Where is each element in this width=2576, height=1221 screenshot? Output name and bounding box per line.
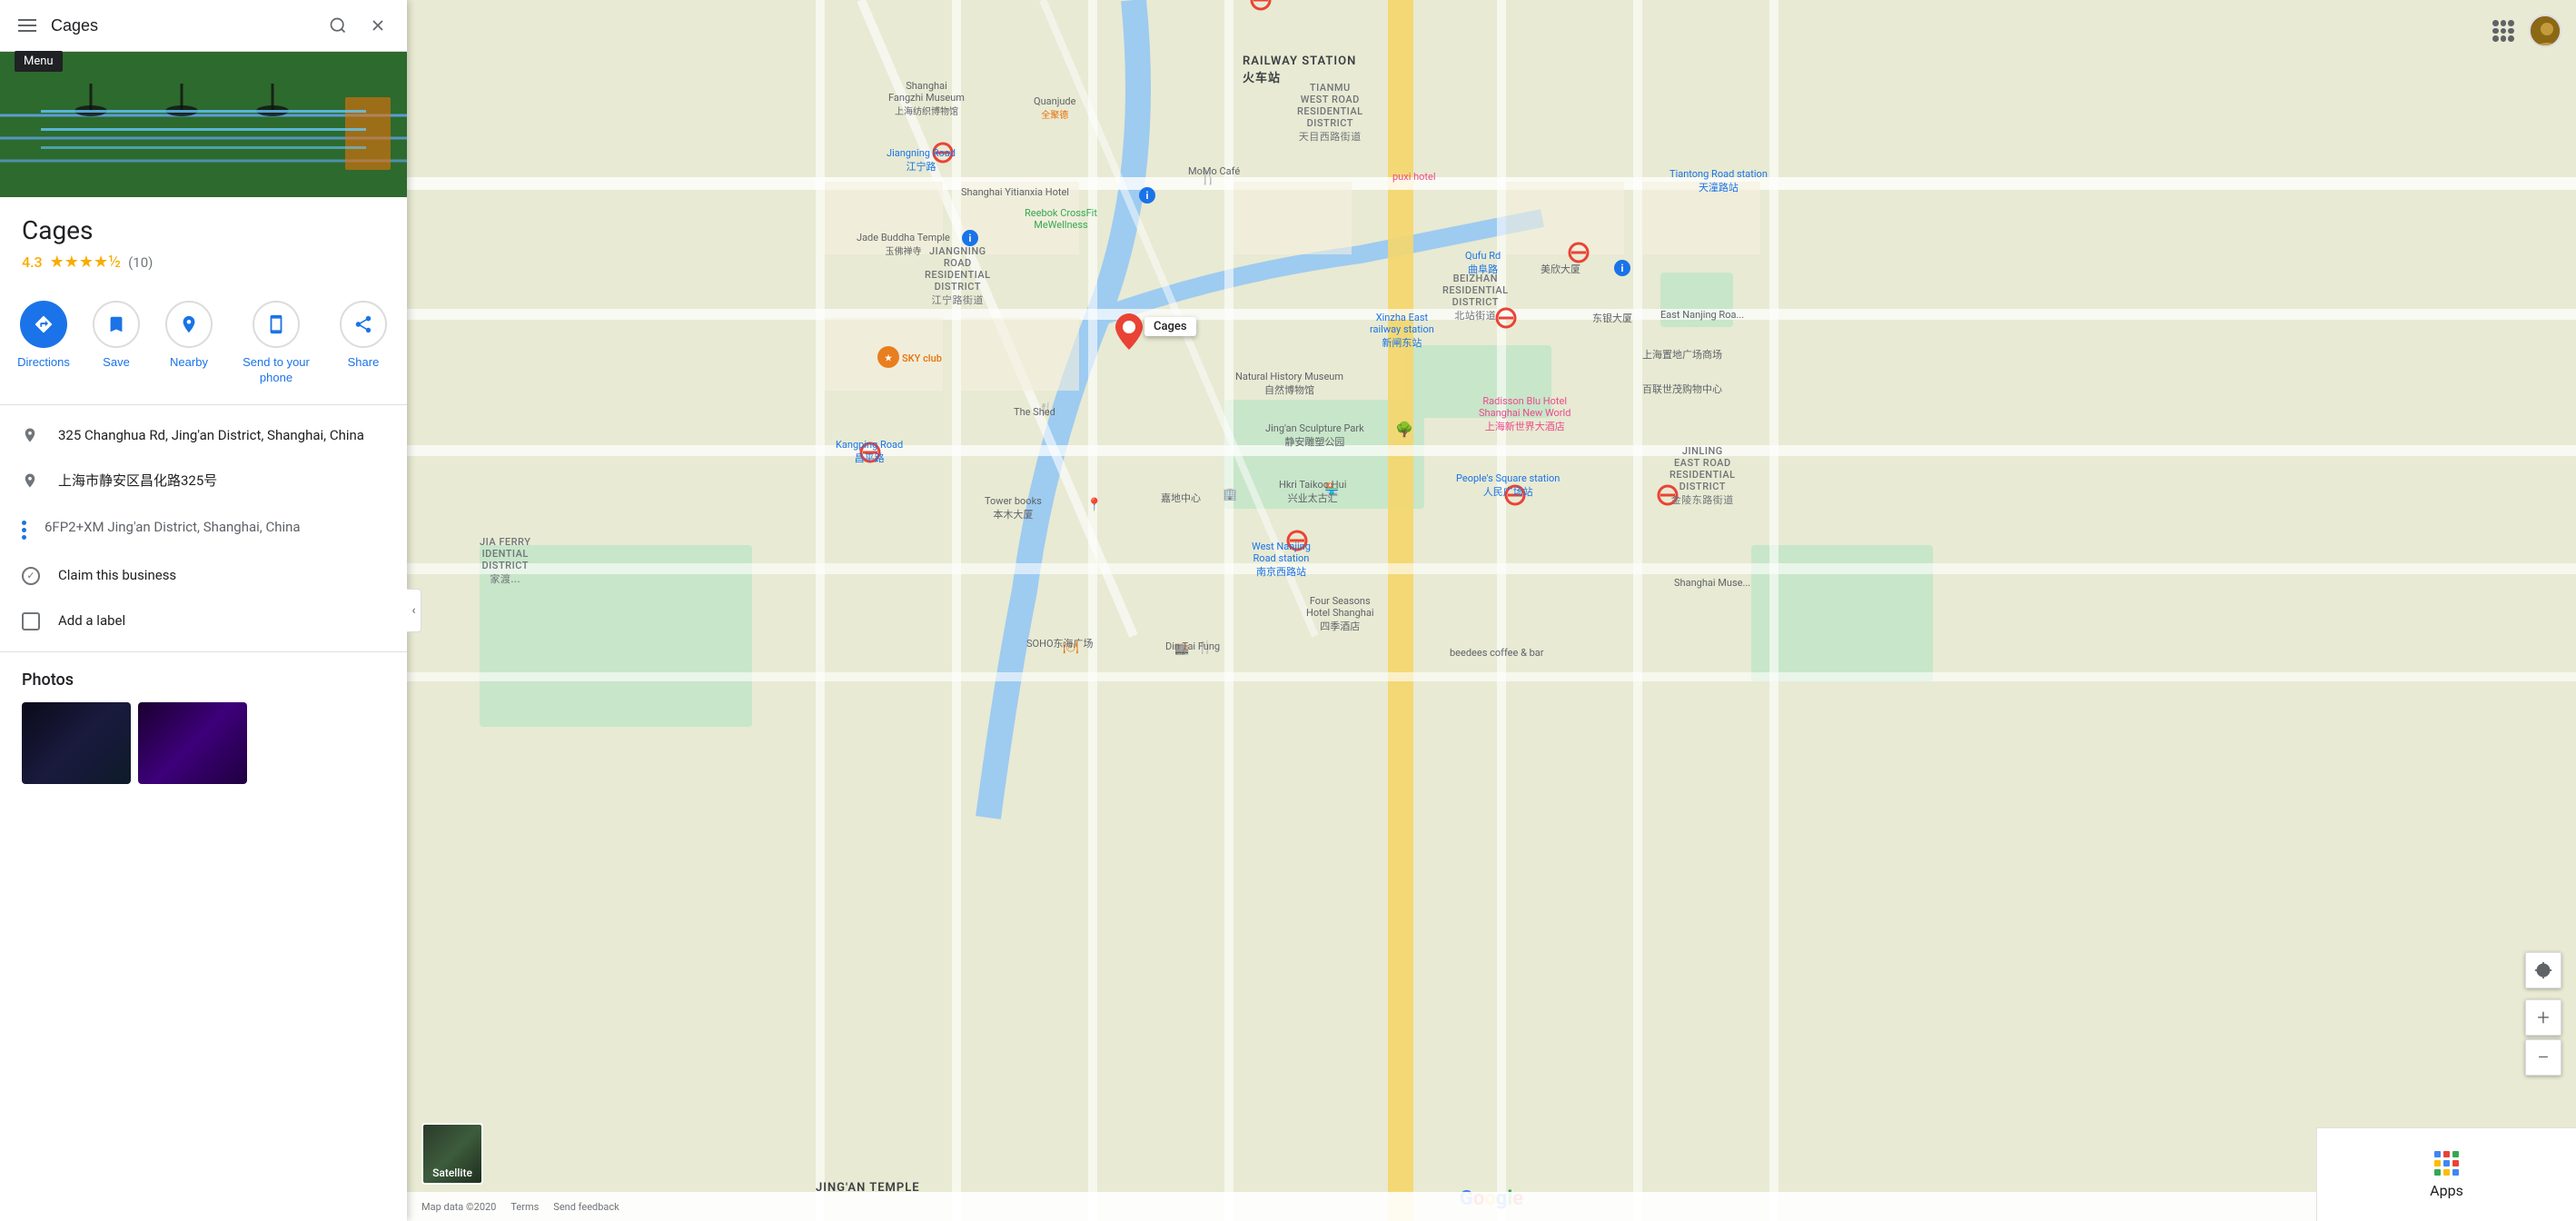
svg-text:🍴: 🍴 [1038, 402, 1054, 417]
app-dot-1 [2434, 1151, 2441, 1157]
satellite-label: Satellite [432, 1166, 472, 1179]
app-dot-7 [2434, 1169, 2441, 1176]
map-area[interactable]: i i i 🍴 🍴 🍴 🍽 🌳 📍 🏢 🏪 🏬 ★ RAILWAY STATIO… [407, 0, 2576, 1221]
photo-thumb-2[interactable] [138, 702, 247, 784]
svg-text:i: i [969, 233, 972, 244]
close-button[interactable] [363, 11, 392, 40]
svg-text:🍽: 🍽 [1063, 640, 1079, 655]
address-en-text: 325 Changhua Rd, Jing'an District, Shang… [58, 425, 364, 446]
bottom-bar: Map data ©2020 Terms Send feedback 1000 … [407, 1192, 2576, 1221]
satellite-button[interactable]: Satellite [421, 1123, 483, 1185]
bottom-left: Map data ©2020 Terms Send feedback [421, 1201, 619, 1213]
svg-text:🏬: 🏬 [1174, 642, 1189, 656]
collapse-handle[interactable] [407, 589, 421, 632]
apps-section: Apps [2316, 1127, 2576, 1221]
apps-grid-icon [2434, 1151, 2460, 1176]
plus-code-row: 6FP2+XM Jing'an District, Shanghai, Chin… [0, 504, 407, 552]
svg-text:🏪: 🏪 [1324, 482, 1339, 497]
claim-text: Claim this business [58, 565, 176, 586]
zoom-in-button[interactable]: + [2525, 999, 2561, 1036]
app-dot-4 [2434, 1160, 2441, 1166]
rating-row: 4.3 ★★★★½ (10) [22, 253, 385, 272]
plus-code-text: 6FP2+XM Jing'an District, Shanghai, Chin… [45, 517, 301, 538]
app-dot-9 [2452, 1169, 2459, 1176]
menu-badge: Menu [15, 51, 63, 72]
send-to-phone-icon [253, 301, 300, 348]
svg-text:★: ★ [885, 353, 893, 363]
photos-title: Photos [22, 670, 385, 690]
left-panel: Menu Cages 4.3 ★★★★½ (10) [0, 0, 407, 1221]
search-bar [0, 0, 407, 52]
google-apps-button[interactable] [2489, 16, 2518, 45]
menu-button[interactable] [15, 15, 40, 35]
map-marker: Cages [1115, 313, 1143, 353]
marker-label: Cages [1144, 317, 1196, 336]
add-label-text: Add a label [58, 610, 125, 631]
share-label: Share [348, 355, 380, 371]
review-count: (10) [128, 254, 153, 271]
app-dot-2 [2443, 1151, 2450, 1157]
nearby-icon [165, 301, 213, 348]
address-en-row: 325 Changhua Rd, Jing'an District, Shang… [0, 412, 407, 459]
nearby-label: Nearby [170, 355, 208, 371]
svg-text:📍: 📍 [1086, 497, 1102, 512]
save-label: Save [103, 355, 130, 371]
search-button[interactable] [323, 11, 352, 40]
search-input[interactable] [51, 16, 312, 35]
place-name: Cages [22, 215, 385, 245]
directions-button[interactable]: Directions [7, 301, 80, 386]
claim-row[interactable]: Claim this business [0, 552, 407, 599]
svg-text:i: i [1146, 190, 1149, 202]
terms-link[interactable]: Terms [510, 1201, 539, 1213]
app-dot-8 [2443, 1169, 2450, 1176]
nearby-button[interactable]: Nearby [153, 301, 225, 386]
hero-image [0, 52, 407, 197]
svg-text:🍴: 🍴 [1199, 168, 1217, 185]
claim-icon [22, 567, 40, 585]
app-dot-5 [2443, 1160, 2450, 1166]
svg-text:i: i [1621, 263, 1624, 274]
action-buttons: Directions Save Nearby [0, 286, 407, 405]
address-zh-row: 上海市静安区昌化路325号 [0, 458, 407, 504]
photos-grid [22, 702, 385, 784]
add-label-icon [22, 612, 40, 630]
app-dot-6 [2452, 1160, 2459, 1166]
plus-code-icon [22, 517, 26, 540]
satellite-thumb: Satellite [421, 1123, 483, 1185]
map-svg: i i i 🍴 🍴 🍴 🍽 🌳 📍 🏢 🏪 🏬 ★ [407, 0, 2576, 1221]
add-label-row[interactable]: Add a label [0, 598, 407, 644]
svg-text:🌳: 🌳 [1395, 421, 1413, 438]
map-controls: + − [2525, 952, 2561, 1076]
info-section: 325 Changhua Rd, Jing'an District, Shang… [0, 405, 407, 652]
send-to-phone-button[interactable]: Send to your phone [225, 301, 327, 386]
share-button[interactable]: Share [327, 301, 400, 386]
zoom-out-button[interactable]: − [2525, 1039, 2561, 1076]
location-button[interactable] [2525, 952, 2561, 988]
send-to-phone-label: Send to your phone [225, 355, 327, 386]
directions-label: Directions [17, 355, 70, 371]
place-info: Cages 4.3 ★★★★½ (10) [0, 197, 407, 286]
photos-section: Photos [0, 652, 407, 802]
svg-text:🏢: 🏢 [1223, 488, 1237, 501]
photo-thumb-1[interactable] [22, 702, 131, 784]
save-icon [93, 301, 140, 348]
user-avatar[interactable] [2529, 15, 2561, 47]
app-dot-3 [2452, 1151, 2459, 1157]
location-icon [22, 427, 40, 445]
top-right-bar [2489, 15, 2561, 47]
svg-text:🍴: 🍴 [1197, 640, 1213, 655]
directions-icon [20, 301, 67, 348]
map-data-text: Map data ©2020 [421, 1201, 496, 1213]
share-icon [340, 301, 387, 348]
apps-label[interactable]: Apps [2430, 1182, 2463, 1199]
privacy-link[interactable]: Send feedback [553, 1201, 619, 1213]
stars: ★★★★½ [50, 253, 122, 272]
address-zh-text: 上海市静安区昌化路325号 [58, 471, 217, 491]
rating-number: 4.3 [22, 253, 43, 271]
location-icon-2 [22, 472, 40, 491]
save-button[interactable]: Save [80, 301, 153, 386]
